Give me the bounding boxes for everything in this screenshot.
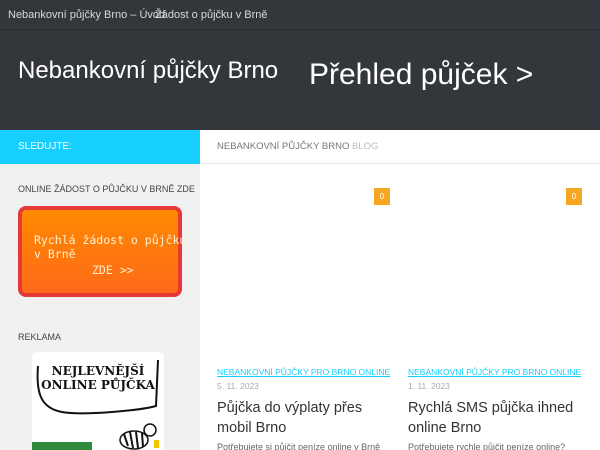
comment-count-badge[interactable]: 0 bbox=[374, 188, 390, 205]
quick-loan-banner-cta: ZDE >> bbox=[92, 263, 134, 277]
main-content: NEBANKOVNÍ PŮJČKY BRNO BLOG 0 NEBANKOVNÍ… bbox=[200, 130, 600, 450]
ad-headline: NEJLEVNĚJŠÍ ONLINE PŮJČKA bbox=[32, 364, 164, 392]
comment-count-badge[interactable]: 0 bbox=[566, 188, 582, 205]
loan-overview-link[interactable]: Přehled půjček > bbox=[309, 58, 533, 92]
post-title-link[interactable]: Rychlá SMS půjčka ihned online Brno bbox=[408, 398, 588, 438]
quick-loan-banner-inner: Rychlá žádost o půjčku v Brně ZDE >> bbox=[22, 210, 186, 293]
post-category-link[interactable]: NEBANKOVNÍ PŮJČKY PRO BRNO ONLINE bbox=[217, 367, 390, 377]
top-navigation: Nebankovní půjčky Brno – Úvod Žádost o p… bbox=[0, 0, 600, 30]
nav-request-link[interactable]: Žádost o půjčku v Brně bbox=[155, 9, 268, 21]
breadcrumb-site[interactable]: NEBANKOVNÍ PŮJČKY BRNO bbox=[217, 141, 349, 152]
quick-loan-banner-line1b: v Brně bbox=[34, 247, 76, 261]
follow-label: SLEDUJTE: bbox=[18, 141, 72, 152]
follow-bar: SLEDUJTE: bbox=[0, 130, 200, 164]
nav-home-link[interactable]: Nebankovní půjčky Brno – Úvod bbox=[8, 9, 165, 21]
post-card: 0 NEBANKOVNÍ PŮJČKY PRO BRNO ONLINE 5. 1… bbox=[200, 164, 392, 450]
breadcrumb: NEBANKOVNÍ PŮJČKY BRNO BLOG bbox=[200, 130, 600, 164]
ad-headline-line1: NEJLEVNĚJŠÍ bbox=[51, 364, 145, 378]
post-date: 5. 11. 2023 bbox=[217, 381, 259, 391]
ad-green-button bbox=[32, 442, 92, 450]
site-title[interactable]: Nebankovní půjčky Brno bbox=[18, 57, 278, 85]
post-card: 0 NEBANKOVNÍ PŮJČKY PRO BRNO ONLINE 1. 1… bbox=[400, 164, 592, 450]
post-date: 1. 11. 2023 bbox=[408, 381, 450, 391]
breadcrumb-text: NEBANKOVNÍ PŮJČKY BRNO BLOG bbox=[217, 141, 378, 152]
ads-heading: REKLAMA bbox=[18, 332, 62, 342]
ad-headline-line2: ONLINE PŮJČKA bbox=[41, 378, 155, 392]
quick-loan-banner-line1: Rychlá žádost o půjčku bbox=[34, 233, 187, 247]
site-header: Nebankovní půjčky Brno Přehled půjček > bbox=[0, 30, 600, 130]
post-title-link[interactable]: Půjčka do výplaty přes mobil Brno bbox=[217, 398, 397, 438]
quick-loan-banner[interactable]: Rychlá žádost o půjčku v Brně ZDE >> bbox=[18, 206, 186, 297]
post-excerpt: Potřebujete si půjčit peníze online v Br… bbox=[217, 442, 381, 450]
zebra-illustration bbox=[119, 423, 159, 450]
cheapest-loan-ad[interactable]: NEJLEVNĚJŠÍ ONLINE PŮJČKA bbox=[32, 352, 164, 450]
online-request-heading: ONLINE ŽÁDOST O PŮJČKU V BRNĚ ZDE bbox=[18, 184, 195, 194]
breadcrumb-section: BLOG bbox=[351, 141, 379, 152]
post-category-link[interactable]: NEBANKOVNÍ PŮJČKY PRO BRNO ONLINE bbox=[408, 367, 581, 377]
post-excerpt: Potřebujete rychle půjčit peníze online? bbox=[408, 442, 566, 450]
quick-loan-banner-text: Rychlá žádost o půjčku v Brně bbox=[34, 233, 186, 261]
sidebar: SLEDUJTE: ONLINE ŽÁDOST O PŮJČKU V BRNĚ … bbox=[0, 130, 200, 450]
